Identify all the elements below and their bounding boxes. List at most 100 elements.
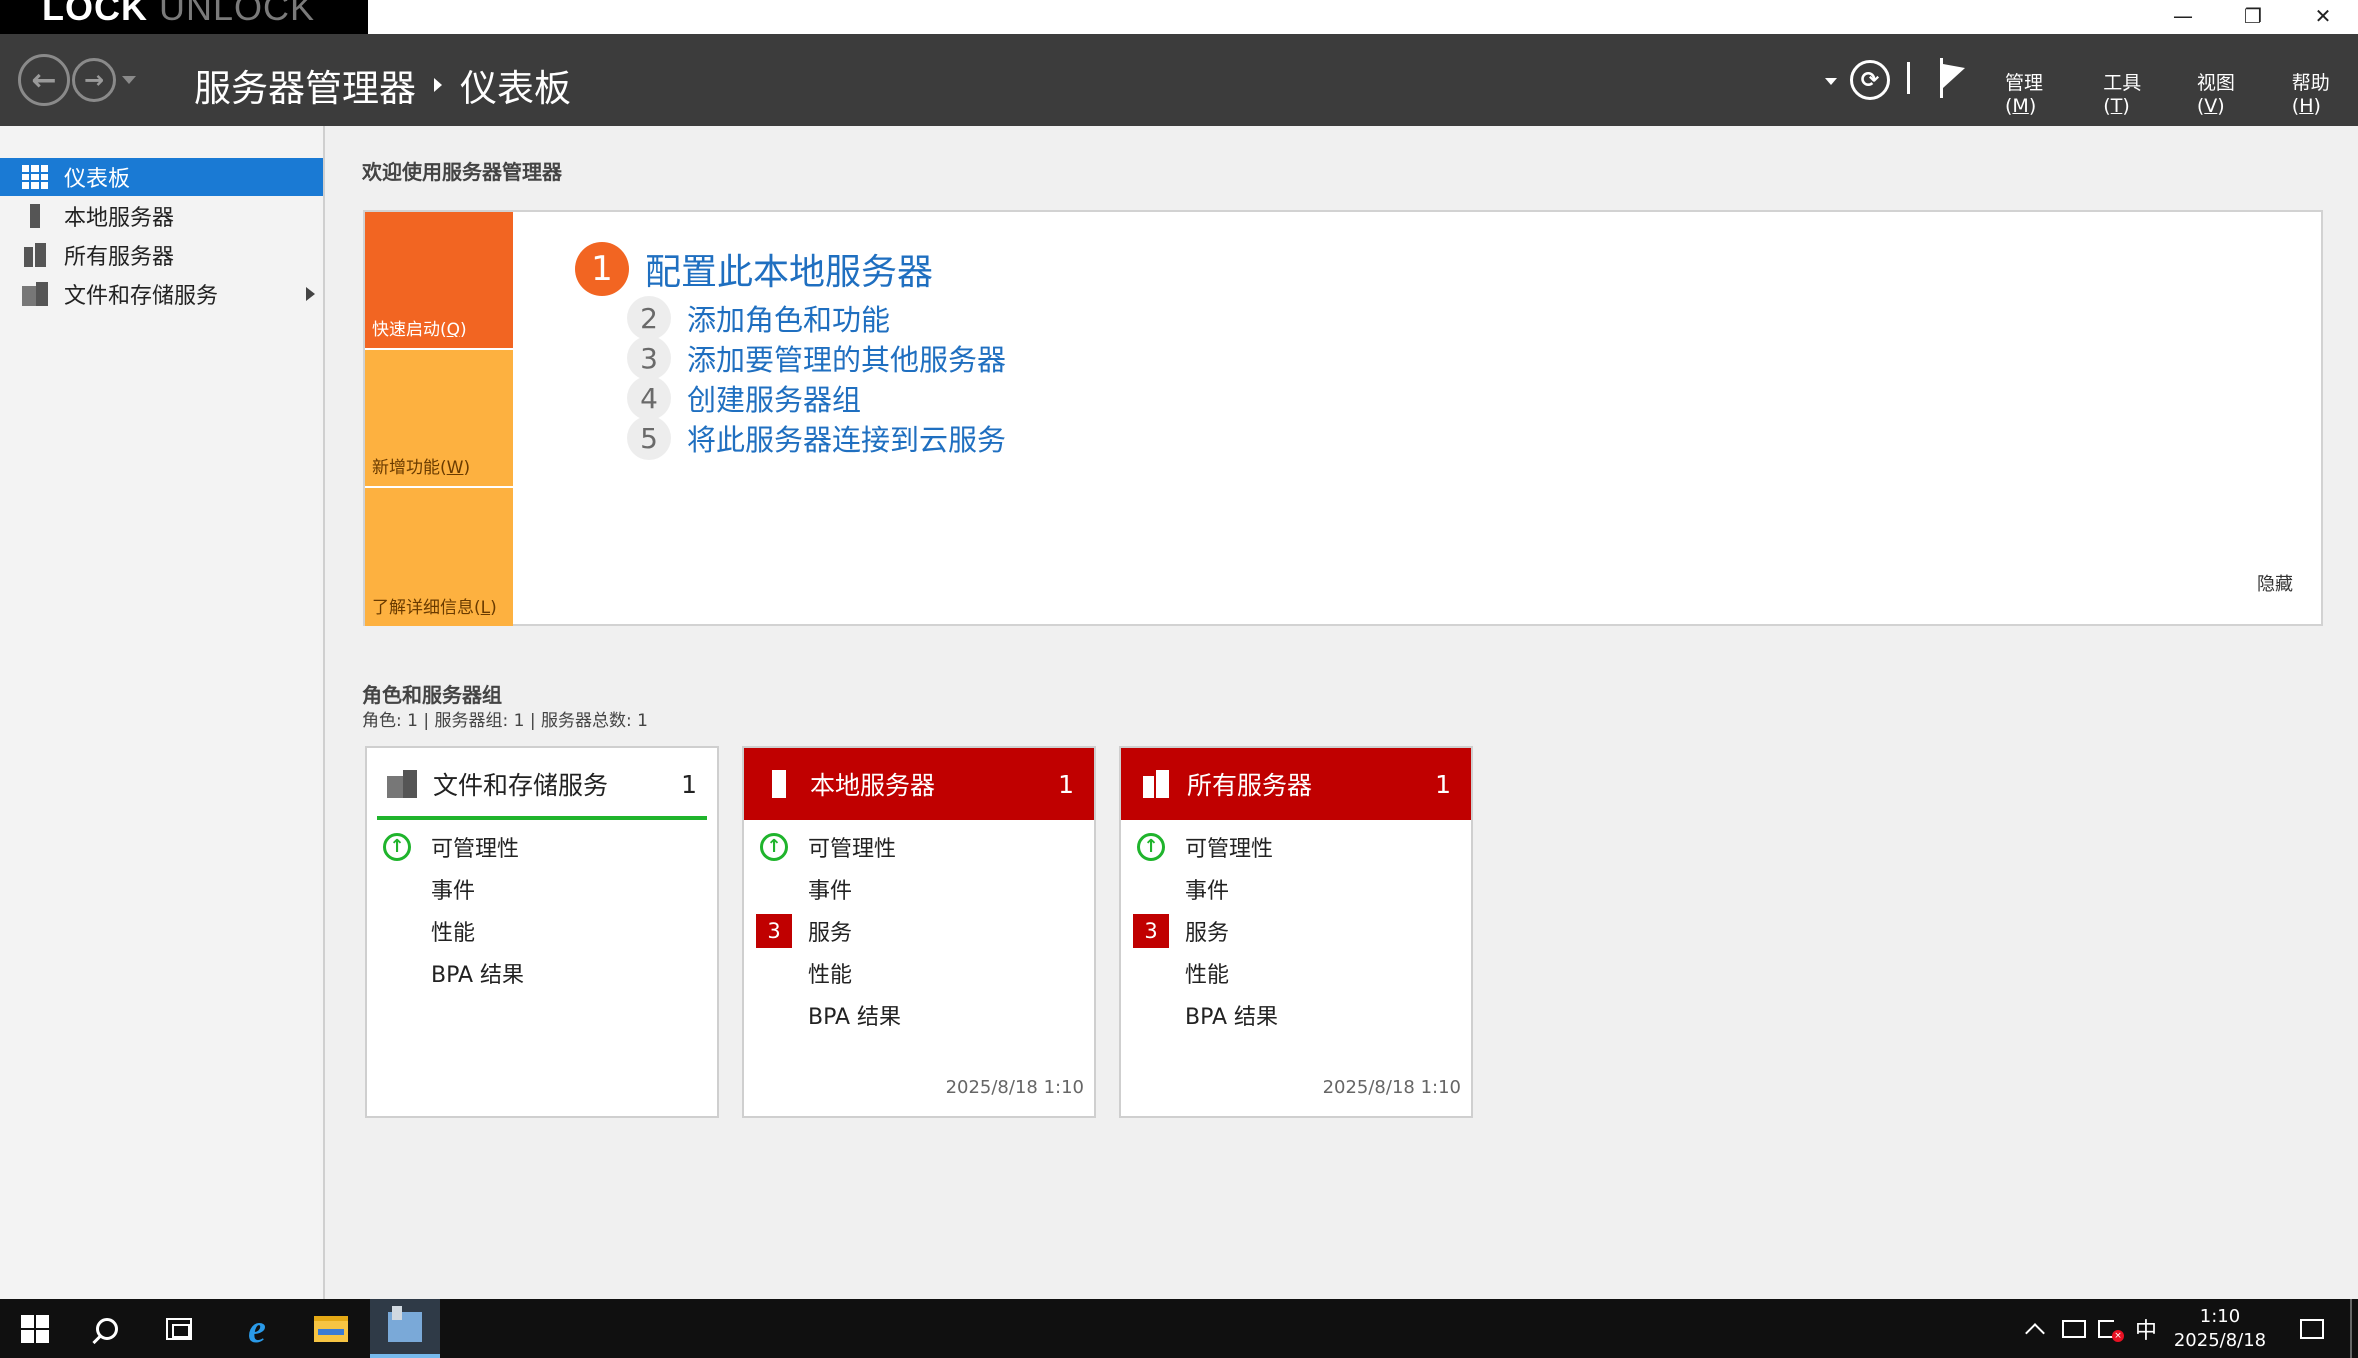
ime-indicator[interactable]: 中: [2135, 1299, 2157, 1358]
minimize-button[interactable]: —: [2148, 0, 2218, 32]
folder-icon: [314, 1315, 348, 1342]
step-number-badge: 4: [627, 376, 671, 420]
card-row-services[interactable]: 3 服务: [744, 910, 1094, 952]
role-card-all-servers[interactable]: 所有服务器 1 ↑ 可管理性 事件 3 服务 性能 BPA 结果 2025/8/…: [1119, 746, 1473, 1118]
step-number-badge: 5: [627, 416, 671, 460]
task-view-button[interactable]: [144, 1299, 214, 1358]
notifications-flag-icon[interactable]: [1938, 55, 1968, 98]
step-link[interactable]: 配置此本地服务器: [645, 243, 933, 295]
server-icon: [22, 204, 48, 228]
menu-manage[interactable]: 管理(M): [2005, 68, 2073, 117]
volume-tray[interactable]: ×: [2098, 1299, 2124, 1358]
taskbar-ie[interactable]: e: [222, 1299, 292, 1358]
sidebar-item-label: 所有服务器: [64, 245, 175, 270]
step-connect-cloud[interactable]: 5 将此服务器连接到云服务: [627, 416, 1006, 460]
step-add-roles[interactable]: 2 添加角色和功能: [627, 296, 890, 340]
task-view-icon: [166, 1317, 192, 1340]
sidebar-item-dashboard[interactable]: 仪表板: [0, 158, 323, 196]
card-row-manageability[interactable]: ↑ 可管理性: [1121, 826, 1471, 868]
search-button[interactable]: [72, 1299, 142, 1358]
card-row-label: 性能: [1185, 963, 1230, 988]
hide-link[interactable]: 隐藏: [2257, 570, 2293, 596]
step-link[interactable]: 添加角色和功能: [687, 297, 890, 339]
history-dropdown-icon[interactable]: [122, 76, 136, 84]
file-storage-icon: [387, 770, 417, 798]
server-icon: [764, 770, 794, 798]
card-row-manageability[interactable]: ↑ 可管理性: [744, 826, 1094, 868]
card-row-label: 服务: [1185, 921, 1230, 946]
back-button[interactable]: ←: [18, 54, 70, 106]
action-center-button[interactable]: [2300, 1299, 2324, 1358]
sidebar: 仪表板 本地服务器 所有服务器 文件和存储服务: [0, 126, 325, 1299]
sidebar-item-all-servers[interactable]: 所有服务器: [0, 236, 323, 274]
title-bar: LOCK UNLOCK — ❐ ✕: [0, 0, 2358, 40]
breadcrumb-root[interactable]: 服务器管理器: [194, 58, 416, 112]
restore-button[interactable]: ❐: [2218, 0, 2288, 32]
step-number-badge: 1: [575, 242, 629, 296]
card-count: 1: [1435, 769, 1451, 799]
roles-summary: 角色: 1 | 服务器组: 1 | 服务器总数: 1: [362, 711, 648, 731]
clock[interactable]: 1:10 2025/8/18: [2172, 1299, 2268, 1358]
show-desktop-button[interactable]: [2350, 1299, 2352, 1358]
server-manager-icon: [388, 1305, 422, 1342]
card-row-bpa[interactable]: BPA 结果: [744, 994, 1094, 1036]
card-header[interactable]: 本地服务器 1: [744, 748, 1094, 820]
search-icon: [96, 1317, 118, 1340]
network-icon: [2062, 1319, 2086, 1338]
card-row-manageability[interactable]: ↑ 可管理性: [367, 826, 717, 868]
card-timestamp: 2025/8/18 1:10: [1322, 1077, 1461, 1098]
start-button[interactable]: [0, 1299, 70, 1358]
welcome-panel: 快速启动(Q) 新增功能(W) 了解详细信息(L) 1 配置此本地服务器 2 添…: [363, 210, 2323, 626]
tile-quick-start[interactable]: 快速启动(Q): [365, 212, 513, 348]
card-row-events[interactable]: 事件: [744, 868, 1094, 910]
card-row-performance[interactable]: 性能: [1121, 952, 1471, 994]
forward-button[interactable]: →: [72, 58, 116, 102]
step-configure-local-server[interactable]: 1 配置此本地服务器: [575, 242, 933, 296]
step-link[interactable]: 创建服务器组: [687, 377, 861, 419]
status-ok-bar: [377, 816, 707, 820]
status-up-icon: ↑: [383, 833, 411, 861]
step-add-servers[interactable]: 3 添加要管理的其他服务器: [627, 336, 1006, 380]
refresh-icon[interactable]: ⟳: [1850, 60, 1890, 100]
card-row-events[interactable]: 事件: [367, 868, 717, 910]
menu-view[interactable]: 视图(V): [2197, 68, 2262, 117]
tile-learn-more[interactable]: 了解详细信息(L): [365, 488, 513, 626]
sidebar-item-local-server[interactable]: 本地服务器: [0, 197, 323, 235]
step-link[interactable]: 将此服务器连接到云服务: [687, 417, 1006, 459]
card-count: 1: [1058, 769, 1074, 799]
expand-arrow-icon[interactable]: [306, 287, 315, 301]
role-card-file-storage[interactable]: 文件和存储服务 1 ↑ 可管理性 事件 性能 BPA 结果: [365, 746, 719, 1118]
main-content: 欢迎使用服务器管理器 快速启动(Q) 新增功能(W) 了解详细信息(L) 1 配…: [325, 126, 2358, 1299]
card-row-performance[interactable]: 性能: [744, 952, 1094, 994]
network-tray[interactable]: [2062, 1299, 2086, 1358]
card-row-performance[interactable]: 性能: [367, 910, 717, 952]
role-card-local-server[interactable]: 本地服务器 1 ↑ 可管理性 事件 3 服务 性能 BPA 结果 2025/8/…: [742, 746, 1096, 1118]
card-header[interactable]: 文件和存储服务 1: [367, 748, 717, 820]
step-create-server-group[interactable]: 4 创建服务器组: [627, 376, 861, 420]
step-link[interactable]: 添加要管理的其他服务器: [687, 337, 1006, 379]
header-dropdown-icon[interactable]: [1825, 78, 1837, 85]
card-row-services[interactable]: 3 服务: [1121, 910, 1471, 952]
menu-help[interactable]: 帮助(H): [2292, 68, 2358, 117]
card-title: 文件和存储服务: [433, 771, 609, 800]
card-header[interactable]: 所有服务器 1: [1121, 748, 1471, 820]
show-hidden-icons[interactable]: [2028, 1299, 2050, 1358]
taskbar-server-manager[interactable]: [370, 1299, 440, 1358]
card-row-bpa[interactable]: BPA 结果: [367, 952, 717, 994]
close-button[interactable]: ✕: [2288, 0, 2358, 32]
step-number-badge: 2: [627, 296, 671, 340]
header-divider: [1907, 62, 1910, 94]
welcome-title: 欢迎使用服务器管理器: [362, 160, 562, 184]
card-row-events[interactable]: 事件: [1121, 868, 1471, 910]
menu-tools[interactable]: 工具(T): [2103, 68, 2167, 117]
servers-icon: [1141, 770, 1171, 798]
alert-count-badge: 3: [1133, 914, 1169, 948]
status-up-icon: ↑: [760, 833, 788, 861]
card-row-label: BPA 结果: [1185, 1005, 1278, 1030]
sidebar-item-label: 文件和存储服务: [64, 284, 219, 309]
servers-icon: [22, 243, 48, 267]
sidebar-item-file-storage[interactable]: 文件和存储服务: [0, 275, 323, 313]
taskbar-file-explorer[interactable]: [296, 1299, 366, 1358]
tile-whats-new[interactable]: 新增功能(W): [365, 350, 513, 486]
card-row-bpa[interactable]: BPA 结果: [1121, 994, 1471, 1036]
